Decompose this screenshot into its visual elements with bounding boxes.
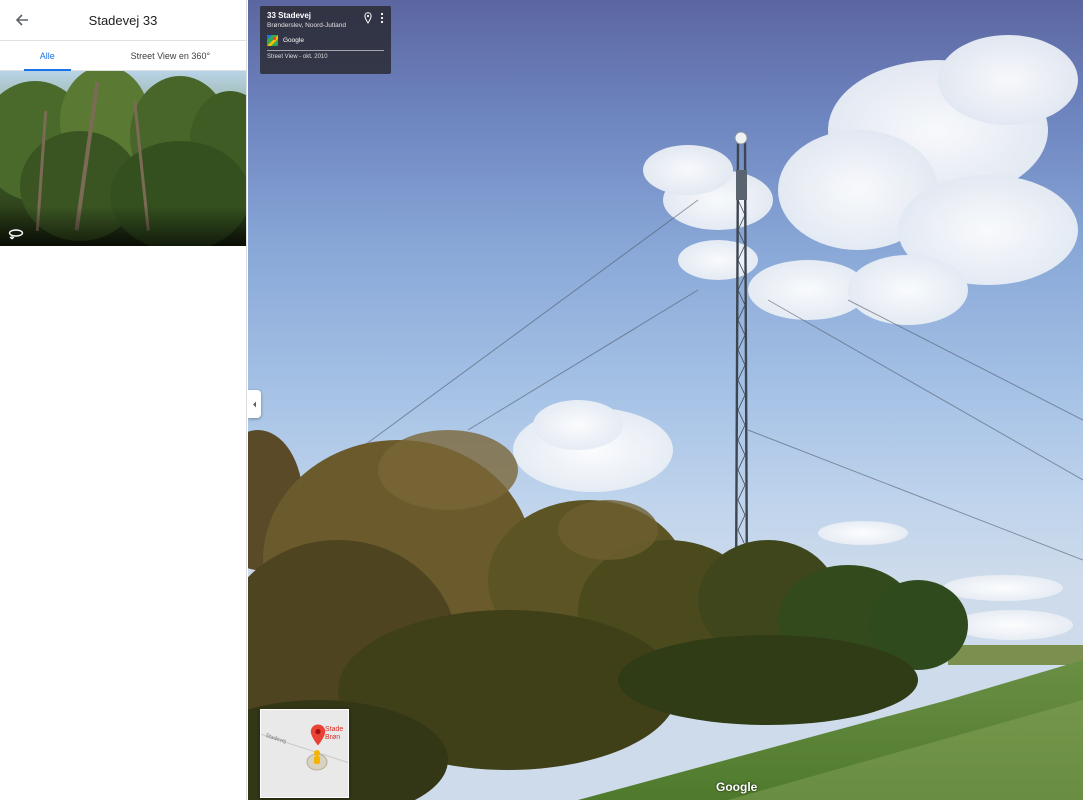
capture-date: Street View - okt. 2010 [267, 54, 328, 60]
panorama-scene [248, 35, 1083, 800]
panel-header: Stadevej 33 [0, 0, 246, 41]
rotate-360-icon [8, 229, 24, 240]
brand-row: Google [267, 35, 384, 46]
photo-tabs: Alle Street View en 360° [0, 41, 246, 71]
brand-label: Google [283, 37, 304, 44]
mini-map-place-line2: Brøn [325, 734, 341, 741]
mini-map-place-label: Stade Brøn [325, 726, 343, 742]
pegman-icon [306, 750, 328, 771]
google-watermark: Google [716, 780, 758, 794]
collapse-panel-button[interactable] [248, 390, 261, 418]
back-button[interactable] [10, 8, 34, 32]
place-title: Stadevej 33 [88, 12, 158, 28]
location-info-card: 33 Stadevej Brønderslev, Noord-Jutland G… [260, 6, 391, 74]
mini-map-place-line1: Stade [325, 726, 344, 733]
mini-map[interactable]: Stadevej Stade Brøn [260, 709, 349, 798]
tab-street-view-360[interactable]: Street View en 360° [95, 41, 246, 70]
mini-map-road-label: Stadevej [264, 732, 287, 746]
tab-all[interactable]: Alle [0, 41, 95, 71]
street-view-thumbnail[interactable] [0, 71, 246, 246]
google-maps-logo-icon [267, 35, 278, 46]
location-pin-icon[interactable] [364, 12, 372, 24]
street-view-panorama[interactable]: 33 Stadevej Brønderslev, Noord-Jutland G… [248, 0, 1083, 800]
arrow-left-icon [15, 14, 28, 26]
chevron-left-icon [253, 401, 256, 407]
more-vertical-icon[interactable] [380, 12, 384, 24]
side-panel: Stadevej 33 Alle Street View en 360° [0, 0, 247, 800]
map-pin-icon [310, 724, 326, 746]
divider [267, 50, 384, 51]
